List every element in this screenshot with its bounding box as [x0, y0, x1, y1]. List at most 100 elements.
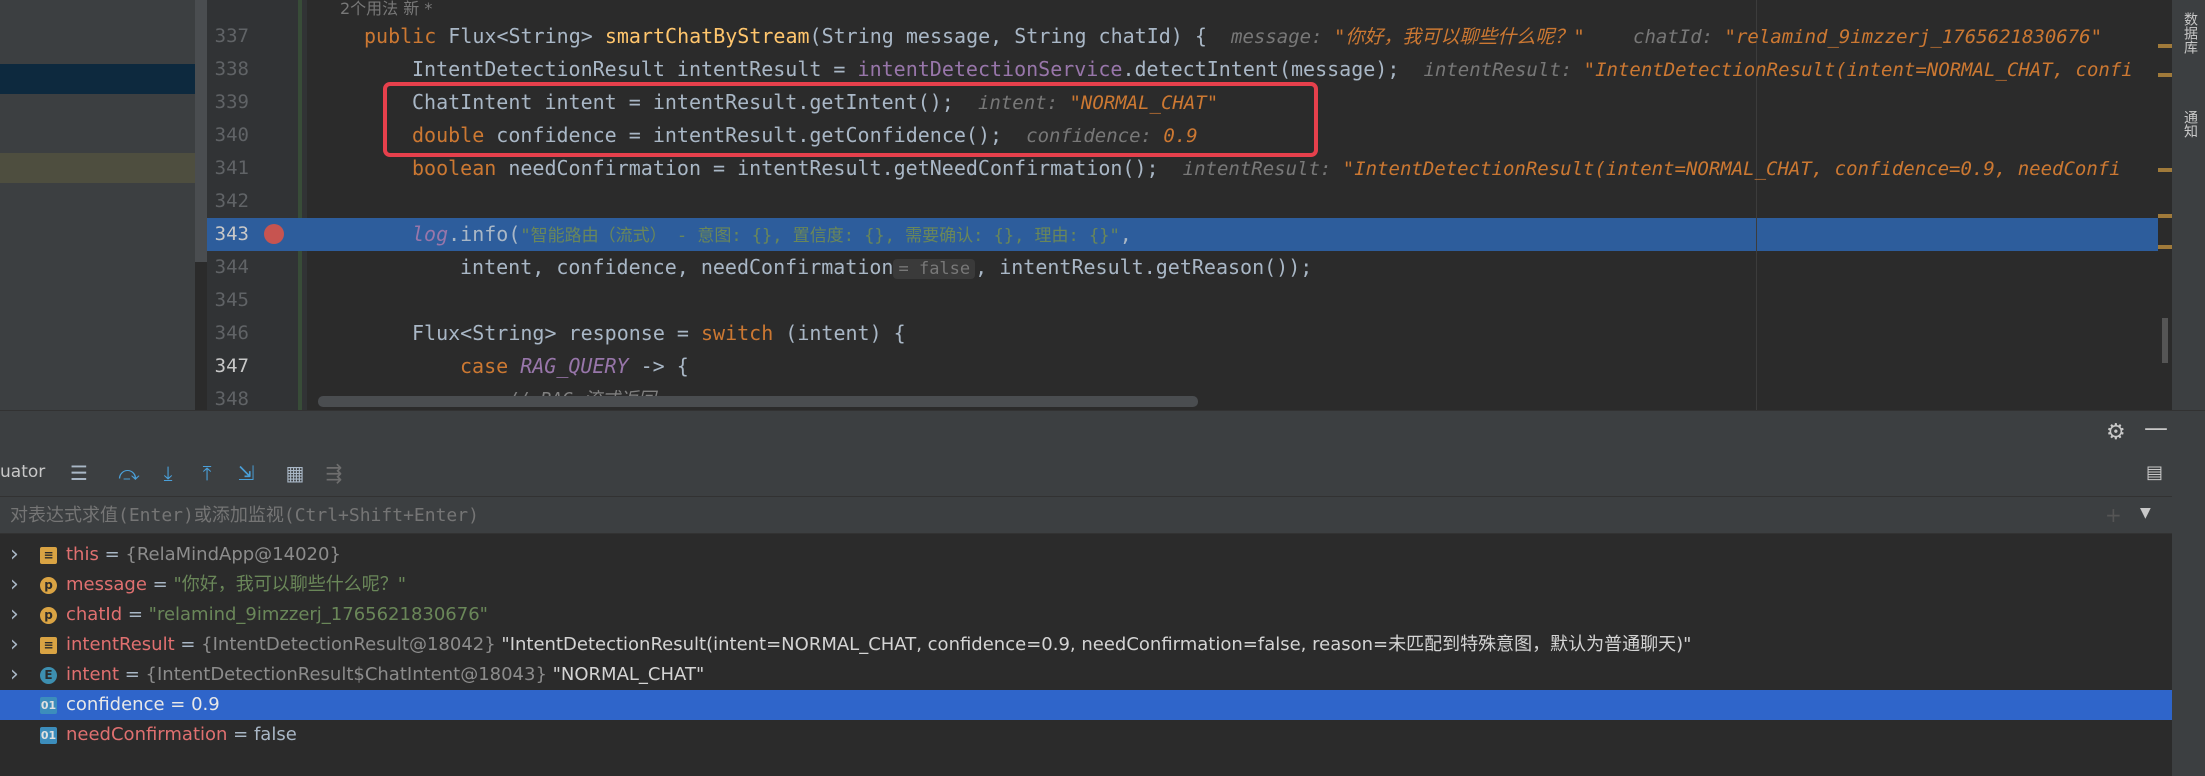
breakpoint-icon[interactable]: [264, 224, 284, 244]
layout-icon[interactable]: ▤: [2146, 462, 2163, 483]
variable-row[interactable]: 01 needConfirmation = false: [0, 720, 2172, 750]
code-line-346[interactable]: Flux<String> response = switch (intent) …: [412, 317, 906, 350]
frames-list-icon[interactable]: ☰: [68, 462, 90, 484]
inline-hint-label: intentResult:: [1423, 59, 1584, 81]
variable-row[interactable]: › p message = "你好，我可以聊些什么呢？": [0, 570, 2172, 600]
trace-icon[interactable]: ⇶: [323, 462, 345, 484]
step-out-icon[interactable]: ⤒: [196, 462, 218, 484]
variable-equals: = false: [227, 724, 297, 745]
enum-constant: RAG_QUERY: [520, 354, 629, 378]
variable-kind-icon: p: [40, 607, 57, 624]
code-line-347[interactable]: case RAG_QUERY -> {: [460, 350, 689, 383]
expand-arrow-icon[interactable]: ›: [10, 540, 24, 570]
variable-entry: this = {RelaMindApp@14020}: [66, 540, 341, 570]
variable-row[interactable]: 01 confidence = 0.9: [0, 690, 2172, 720]
inline-value-hint: = false: [893, 259, 976, 279]
code: intent, confidence, needConfirmation: [460, 255, 894, 279]
code: Flux<String> response =: [412, 321, 701, 345]
database-tab[interactable]: 数据库: [2176, 12, 2200, 54]
expression-input[interactable]: [10, 501, 2090, 529]
variable-equals: = 0.9: [164, 694, 220, 715]
expand-arrow-icon[interactable]: ›: [10, 600, 24, 630]
code: ,: [1119, 222, 1132, 246]
expand-arrow-icon[interactable]: ›: [10, 570, 24, 600]
project-tree-panel: [0, 0, 195, 410]
stripe-mark[interactable]: [2158, 73, 2172, 77]
code: -> {: [628, 354, 689, 378]
line-number: 337: [214, 25, 249, 47]
variable-value: "IntentDetectionResult(intent=NORMAL_CHA…: [501, 634, 1692, 655]
variable-name: chatId: [66, 604, 123, 625]
project-tree-highlight-row[interactable]: [0, 153, 195, 183]
variable-reference: {IntentDetectionResult@18042}: [201, 634, 502, 655]
line-number: 338: [214, 58, 249, 80]
variable-entry: intentResult = {IntentDetectionResult@18…: [66, 630, 1691, 660]
step-over-icon[interactable]: ⤼: [118, 462, 140, 484]
stripe-mark[interactable]: [2158, 168, 2172, 172]
evaluate-expression-icon[interactable]: ▦: [284, 462, 306, 484]
variable-equals: =: [119, 664, 146, 685]
variable-row[interactable]: › ≡ this = {RelaMindApp@14020}: [0, 540, 2172, 570]
variable-entry: chatId = "relamind_9imzzerj_176562183067…: [66, 600, 488, 630]
string-literal: "智能路由（流式） - 意图: {}, 置信度: {}, 需要确认: {}, 理…: [520, 226, 1120, 246]
variable-row[interactable]: › ≡ intentResult = {IntentDetectionResult@…: [0, 630, 2172, 660]
variable-equals: =: [122, 604, 149, 625]
line-number: 344: [214, 256, 249, 278]
line-number: 340: [214, 124, 249, 146]
variable-kind-icon: ≡: [40, 547, 57, 564]
chevron-down-icon[interactable]: ▼: [2140, 505, 2151, 521]
variable-row[interactable]: › p chatId = "relamind_9imzzerj_1765621830…: [0, 600, 2172, 630]
step-into-icon[interactable]: ⤓: [157, 462, 179, 484]
stripe-mark[interactable]: [2158, 245, 2172, 249]
expression-evaluator-bar[interactable]: + ▼: [0, 496, 2172, 534]
keyword: public: [364, 24, 449, 48]
variable-kind-icon: p: [40, 577, 57, 594]
variable-kind-icon: ≡: [40, 637, 57, 654]
debugger-side-bar: [2172, 450, 2205, 776]
line-number: 341: [214, 157, 249, 179]
run-to-cursor-icon[interactable]: ⇲: [235, 462, 257, 484]
error-stripe[interactable]: [2158, 0, 2172, 410]
variable-entry: intent = {IntentDetectionResult$ChatInte…: [66, 660, 704, 690]
inline-hint-label: intentResult:: [1182, 158, 1343, 180]
settings-gear-icon[interactable]: ⚙: [2106, 420, 2126, 445]
expand-arrow-icon[interactable]: ›: [10, 660, 24, 690]
editor-horizontal-scrollbar[interactable]: [318, 396, 1198, 407]
variable-name: intentResult: [66, 634, 175, 655]
keyword: boolean: [412, 156, 509, 180]
expand-arrow-icon[interactable]: ›: [10, 630, 24, 660]
project-tree-selected-row[interactable]: [0, 64, 195, 94]
vcs-change-marker: [298, 0, 302, 410]
project-tree-scrollbar[interactable]: [195, 0, 207, 262]
code-line-344[interactable]: intent, confidence, needConfirmation = fa…: [460, 251, 1312, 284]
stripe-mark[interactable]: [2158, 214, 2172, 218]
code: .info(: [448, 222, 521, 246]
line-number: 343: [214, 223, 249, 245]
add-watch-icon[interactable]: +: [2105, 503, 2122, 527]
line-number: 345: [214, 289, 249, 311]
minimize-icon[interactable]: —: [2144, 414, 2168, 442]
evaluator-tab-label[interactable]: uator: [0, 462, 45, 482]
code: .detectIntent(message);: [1122, 57, 1400, 81]
scroll-thumb[interactable]: [2162, 318, 2168, 363]
variable-row[interactable]: › Eintent = {IntentDetectionResult$ChatIn…: [0, 660, 2172, 690]
params: (String message, String chatId) {: [809, 24, 1207, 48]
line-number: 346: [214, 322, 249, 344]
variable-kind-icon: 01: [40, 697, 57, 714]
variable-entry: confidence = 0.9: [66, 690, 220, 720]
variable-reference: {IntentDetectionResult$ChatIntent@18043}: [145, 664, 553, 685]
debugger-header: [0, 410, 2205, 450]
variable-kind-icon: E: [40, 667, 57, 684]
inline-hint-value: "你好，我可以聊些什么呢？": [1333, 26, 1585, 48]
type: Flux<String>: [448, 24, 605, 48]
inline-hint-label: message:: [1231, 26, 1334, 48]
stripe-mark[interactable]: [2158, 44, 2172, 48]
notifications-tab[interactable]: 通知: [2176, 110, 2200, 138]
line-number: 342: [214, 190, 249, 212]
code-line-343[interactable]: log.info("智能路由（流式） - 意图: {}, 置信度: {}, 需要…: [412, 218, 1132, 251]
code-line-337[interactable]: public Flux<String> smartChatByStream(St…: [364, 20, 2102, 53]
variable-name: confidence: [66, 694, 165, 715]
variable-reference: {RelaMindApp@14020}: [125, 544, 341, 565]
variable-name: this: [66, 544, 99, 565]
code: needConfirmation = intentResult.getNeedC…: [508, 156, 1159, 180]
